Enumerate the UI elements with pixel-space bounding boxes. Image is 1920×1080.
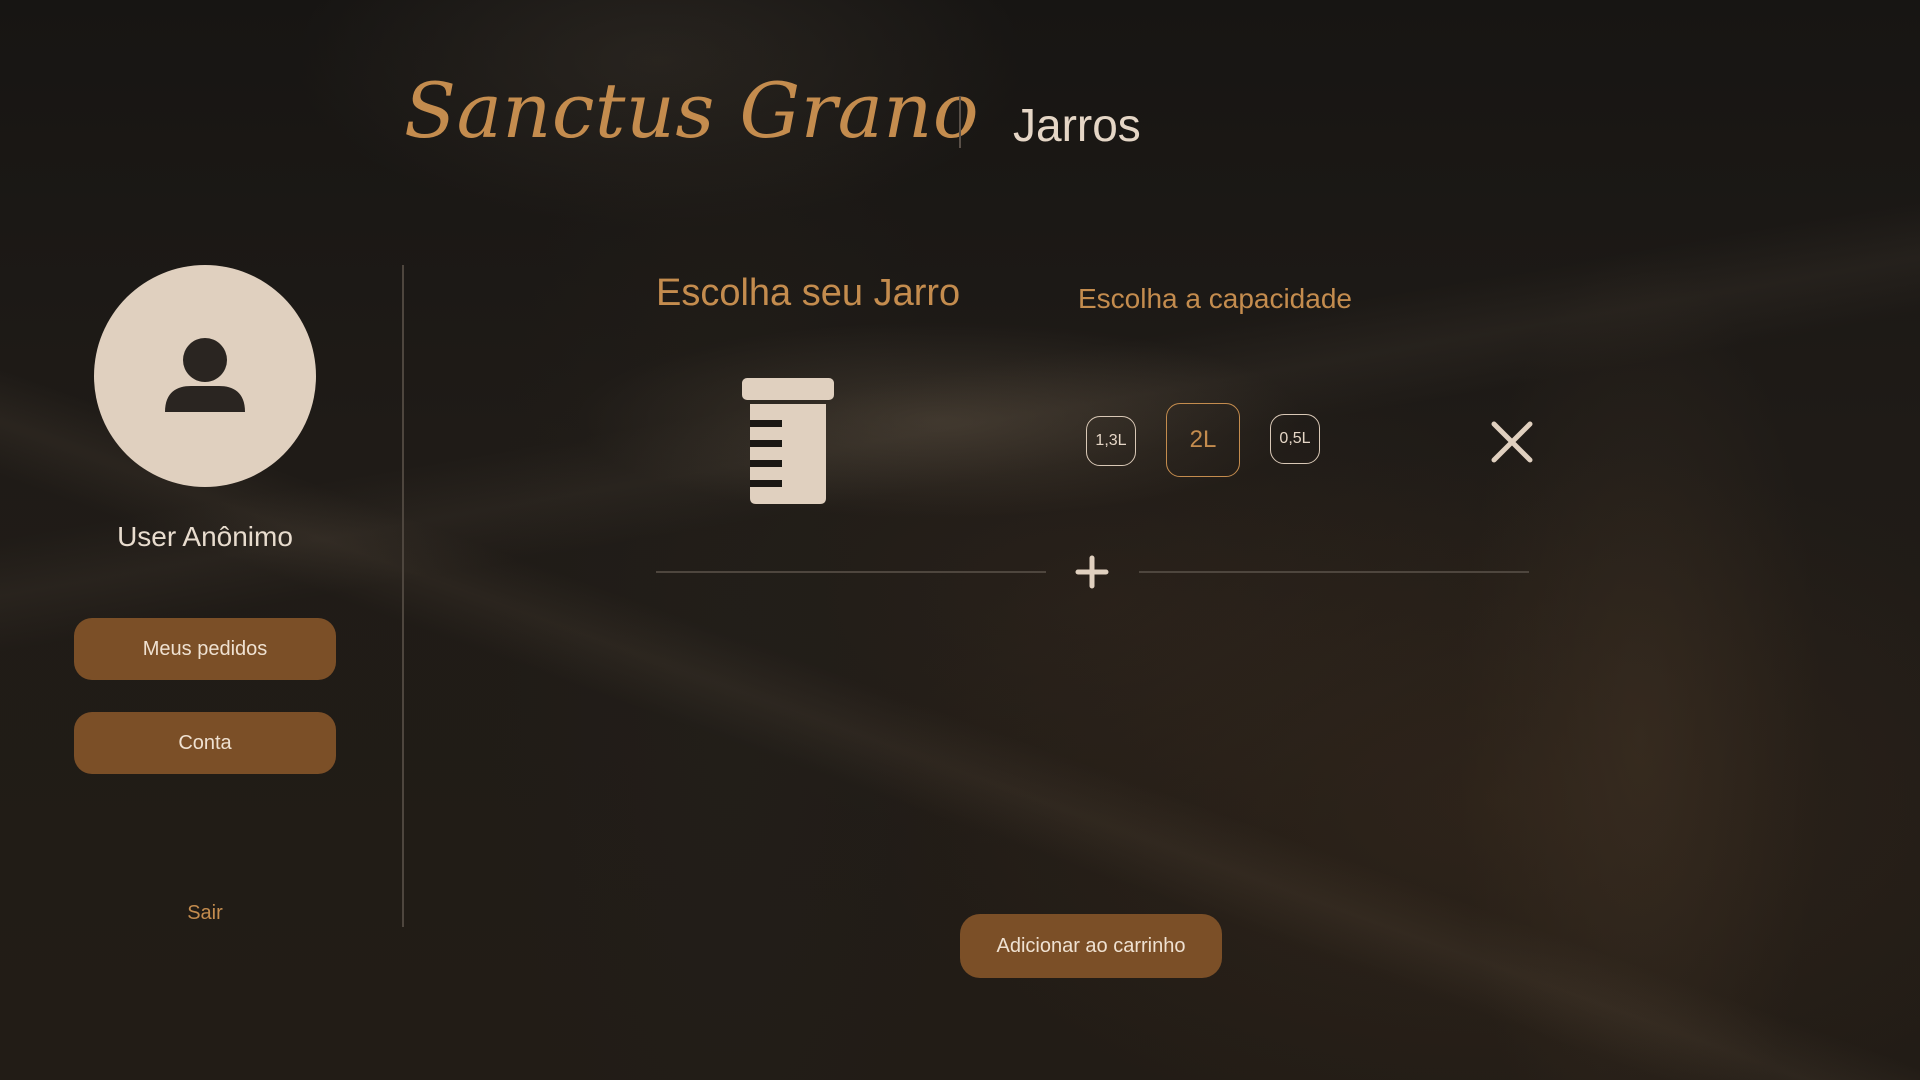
divider-left [656,571,1046,573]
page-title: Jarros [1013,99,1141,151]
plus-icon[interactable] [1074,554,1110,590]
logout-link[interactable]: Sair [60,902,350,925]
username: User Anônimo [117,521,293,552]
account-button[interactable]: Conta [74,712,336,774]
close-icon[interactable] [1488,418,1536,466]
choose-capacity-heading: Escolha a capacidade [1078,283,1352,314]
add-to-cart-button[interactable]: Adicionar ao carrinho [960,914,1222,978]
jar-icon[interactable] [738,376,838,506]
avatar [94,265,316,487]
header-divider [959,96,961,148]
brand-logo: Sanctus Grano [404,66,980,155]
user-icon [165,338,245,412]
capacity-option-1-3l[interactable]: 1,3L [1086,416,1136,466]
my-orders-button[interactable]: Meus pedidos [74,618,336,680]
sidebar-divider [402,265,404,927]
divider-right [1139,571,1529,573]
capacity-option-2l-selected[interactable]: 2L [1166,403,1240,477]
capacity-option-0-5l[interactable]: 0,5L [1270,414,1320,464]
choose-jar-heading: Escolha seu Jarro [656,272,961,314]
